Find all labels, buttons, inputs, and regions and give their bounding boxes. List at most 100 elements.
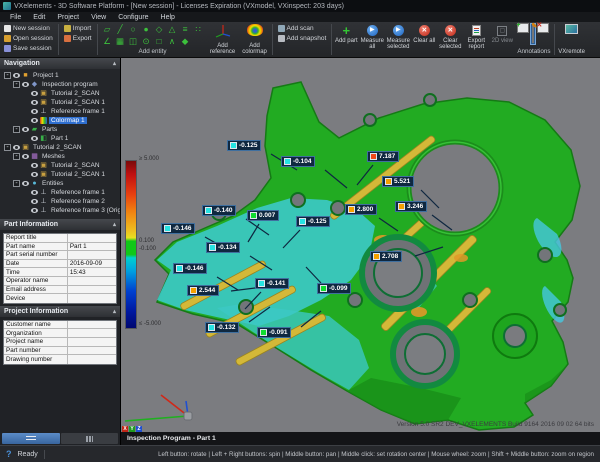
part-info-value[interactable]: 2016-09-09 bbox=[68, 260, 116, 267]
tree-item-tutorial-2-scan[interactable]: ▣Tutorial 2_SCAN bbox=[2, 89, 120, 98]
freeform-surface-entity-icon[interactable]: ◆ bbox=[179, 35, 192, 47]
tree-item-reference-frame-1[interactable]: ⊥Reference frame 1 bbox=[2, 107, 120, 116]
tree-item-tutorial-2-scan-1[interactable]: ▣Tutorial 2_SCAN 1 bbox=[2, 170, 120, 179]
add-snapshot-button[interactable]: Add snapshot bbox=[276, 33, 329, 43]
measurement-annotation[interactable]: -0.091 bbox=[257, 327, 291, 338]
measurement-annotation[interactable]: 0.007 bbox=[247, 210, 279, 221]
add-reference-button[interactable]: Add reference bbox=[207, 22, 239, 57]
tree-item-reference-frame-2[interactable]: ⊥Reference frame 2 bbox=[2, 197, 120, 206]
visibility-eye-icon[interactable] bbox=[31, 199, 38, 204]
tree-expander-icon[interactable]: - bbox=[13, 180, 20, 187]
add-scan-button[interactable]: Add scan bbox=[276, 23, 329, 33]
new-session-button[interactable]: New session bbox=[2, 23, 55, 33]
tree-item-inspection-program[interactable]: -◆Inspection program bbox=[2, 80, 120, 89]
part-information-header[interactable]: Part Information ▴ bbox=[0, 219, 120, 230]
viewport-tab[interactable]: Inspection Program - Part 1 bbox=[121, 432, 600, 445]
visibility-eye-icon[interactable] bbox=[31, 91, 38, 96]
project-information-header[interactable]: Project Information ▴ bbox=[0, 306, 120, 317]
add-annotation-icon[interactable]: + bbox=[517, 23, 529, 33]
visibility-eye-icon[interactable] bbox=[31, 100, 38, 105]
measure-all-button[interactable]: ▶Measure all bbox=[359, 22, 385, 57]
menu-item-help[interactable]: Help bbox=[155, 14, 181, 21]
measurement-annotation[interactable]: -0.140 bbox=[202, 205, 236, 216]
tree-item-colormap-1[interactable]: Colormap 1 bbox=[2, 116, 120, 125]
measurement-annotation[interactable]: 7.187 bbox=[367, 151, 399, 162]
measurement-annotation[interactable]: -0.146 bbox=[173, 263, 207, 274]
visibility-eye-icon[interactable] bbox=[31, 190, 38, 195]
measurement-annotation[interactable]: 2.800 bbox=[345, 204, 377, 215]
remove-annotation-icon[interactable]: ✕ bbox=[537, 23, 549, 33]
tree-item-reference-frame-3-origin-[interactable]: ⊥Reference frame 3 (Origin) bbox=[2, 206, 120, 215]
list-panel-tab[interactable] bbox=[2, 433, 60, 444]
part-info-value[interactable]: Part 1 bbox=[68, 243, 116, 250]
circle-entity-icon[interactable]: ○ bbox=[127, 23, 140, 35]
line-entity-icon[interactable]: ╱ bbox=[114, 23, 127, 35]
sphere-entity-icon[interactable]: ⊙ bbox=[140, 35, 153, 47]
vxremote-button[interactable]: VXremote bbox=[556, 22, 588, 57]
point-entity-icon[interactable]: ● bbox=[140, 23, 153, 35]
thumbnails-panel-tab[interactable] bbox=[61, 433, 119, 444]
grid-entity-icon[interactable]: ▦ bbox=[114, 35, 127, 47]
part-info-value[interactable]: 15:43 bbox=[68, 269, 116, 276]
save-session-button[interactable]: Save session bbox=[2, 43, 55, 53]
measurement-annotation[interactable]: 5.521 bbox=[382, 176, 414, 187]
visibility-eye-icon[interactable] bbox=[31, 118, 38, 123]
rectangle-entity-icon[interactable]: □ bbox=[153, 35, 166, 47]
measurement-annotation[interactable]: 3.246 bbox=[395, 201, 427, 212]
measurement-annotation[interactable]: -0.134 bbox=[206, 242, 240, 253]
collapse-caret-icon[interactable]: ▴ bbox=[113, 221, 116, 228]
tree-expander-icon[interactable]: - bbox=[4, 144, 11, 151]
ellipse-entity-icon[interactable]: ◇ bbox=[153, 23, 166, 35]
menu-item-file[interactable]: File bbox=[4, 14, 27, 21]
tree-expander-icon[interactable]: - bbox=[13, 153, 20, 160]
visibility-eye-icon[interactable] bbox=[22, 181, 29, 186]
import-button[interactable]: Import bbox=[62, 23, 94, 33]
measurement-annotation[interactable]: 2.544 bbox=[187, 285, 219, 296]
3d-viewport[interactable]: ≥ 5.000 0.100 -0.100 ≤ -5.000 XYZ Versio… bbox=[121, 58, 600, 432]
measurement-annotation[interactable]: 2.708 bbox=[370, 251, 402, 262]
visibility-eye-icon[interactable] bbox=[22, 154, 29, 159]
slab-entity-icon[interactable]: ≡ bbox=[179, 23, 192, 35]
tree-expander-icon[interactable]: - bbox=[13, 81, 20, 88]
tree-expander-icon[interactable]: - bbox=[4, 72, 11, 79]
collapse-caret-icon[interactable]: ▴ bbox=[113, 308, 116, 315]
measure-selected-button[interactable]: ▶Measure selected bbox=[385, 22, 411, 57]
tree-item-tutorial-2-scan[interactable]: ▣Tutorial 2_SCAN bbox=[2, 161, 120, 170]
visibility-eye-icon[interactable] bbox=[13, 73, 20, 78]
menu-item-edit[interactable]: Edit bbox=[27, 14, 51, 21]
add-colormap-button[interactable]: Add colormap bbox=[239, 22, 271, 57]
tree-item-part-1[interactable]: ◧Part 1 bbox=[2, 134, 120, 143]
clear-all-button[interactable]: ✕Clear all bbox=[411, 22, 437, 57]
tree-item-parts[interactable]: -▰Parts bbox=[2, 125, 120, 134]
measurement-annotation[interactable]: -0.099 bbox=[317, 283, 351, 294]
add-part-button[interactable]: +Add part bbox=[333, 22, 359, 57]
collapse-caret-icon[interactable]: ▴ bbox=[113, 60, 116, 67]
visibility-eye-icon[interactable] bbox=[22, 82, 29, 87]
measurement-annotation[interactable]: -0.132 bbox=[205, 322, 239, 333]
measurement-annotation[interactable]: -0.146 bbox=[161, 223, 195, 234]
visibility-eye-icon[interactable] bbox=[31, 109, 38, 114]
tree-item-entities[interactable]: -●Entities bbox=[2, 179, 120, 188]
visibility-eye-icon[interactable] bbox=[31, 163, 38, 168]
tree-expander-icon[interactable]: - bbox=[13, 126, 20, 133]
visibility-eye-icon[interactable] bbox=[31, 172, 38, 177]
measurement-annotation[interactable]: -0.125 bbox=[227, 140, 261, 151]
clear-selected-button[interactable]: ✕Clear selected bbox=[437, 22, 463, 57]
plane-entity-icon[interactable]: ▱ bbox=[101, 23, 114, 35]
measurement-annotation[interactable]: -0.141 bbox=[255, 278, 289, 289]
tree-item-tutorial-2-scan[interactable]: -▣Tutorial 2_SCAN bbox=[2, 143, 120, 152]
menu-item-project[interactable]: Project bbox=[51, 14, 85, 21]
arc-entity-icon[interactable]: ∧ bbox=[166, 35, 179, 47]
pattern-entity-icon[interactable]: ∷ bbox=[192, 23, 205, 35]
visibility-eye-icon[interactable] bbox=[22, 127, 29, 132]
tree-item-project-1[interactable]: -■Project 1 bbox=[2, 71, 120, 80]
tree-item-tutorial-2-scan-1[interactable]: ▣Tutorial 2_SCAN 1 bbox=[2, 98, 120, 107]
visibility-eye-icon[interactable] bbox=[13, 145, 20, 150]
cone-entity-icon[interactable]: △ bbox=[166, 23, 179, 35]
export-button[interactable]: Export bbox=[62, 33, 94, 43]
export-report-button[interactable]: Export report bbox=[463, 22, 489, 57]
visibility-eye-icon[interactable] bbox=[31, 136, 38, 141]
tree-item-reference-frame-1[interactable]: ⊥Reference frame 1 bbox=[2, 188, 120, 197]
menu-item-view[interactable]: View bbox=[85, 14, 112, 21]
angle-gauge-entity-icon[interactable]: ∠ bbox=[101, 35, 114, 47]
